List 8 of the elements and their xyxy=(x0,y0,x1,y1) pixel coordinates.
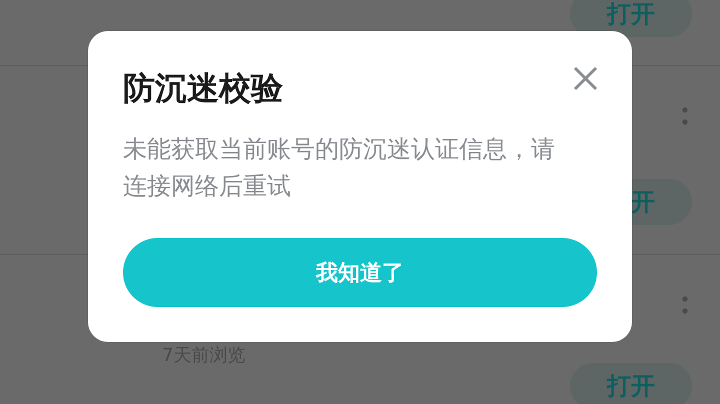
open-button[interactable]: 打开 xyxy=(570,363,692,404)
confirm-button[interactable]: 我知道了 xyxy=(123,238,597,307)
dialog-title: 防沉迷校验 xyxy=(123,68,283,109)
more-icon[interactable] xyxy=(682,106,688,126)
more-icon[interactable] xyxy=(682,295,688,315)
close-icon[interactable] xyxy=(573,66,598,90)
dialog-message: 未能获取当前账号的防沉迷认证信息，请连接网络后重试 xyxy=(123,134,556,202)
open-button[interactable]: 打开 xyxy=(570,0,692,37)
